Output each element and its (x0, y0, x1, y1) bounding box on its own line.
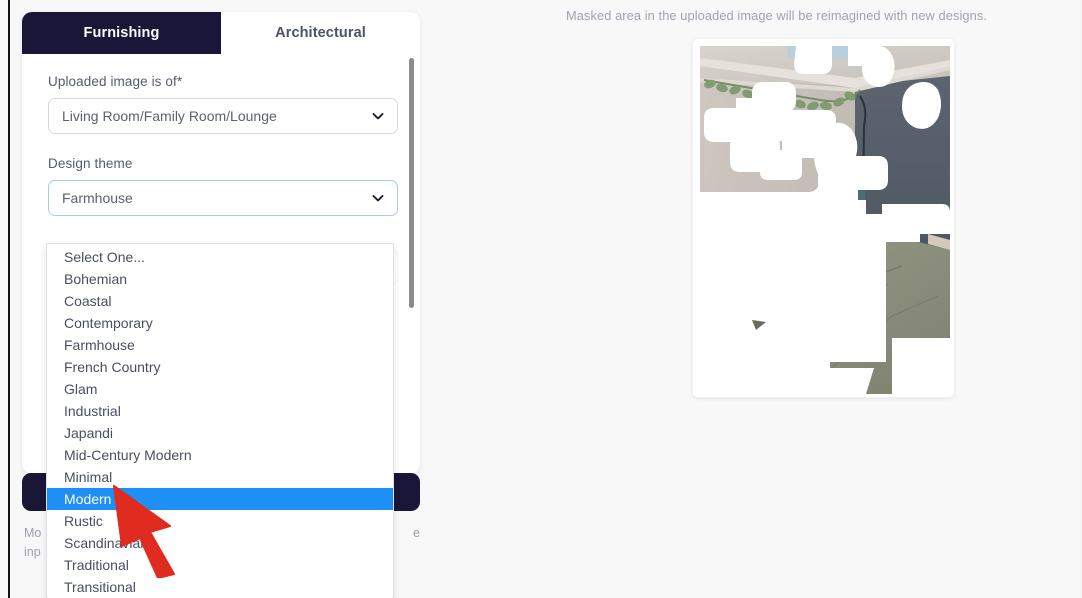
tab-architectural[interactable]: Architectural (221, 12, 420, 54)
design-theme-value: Farmhouse (62, 190, 133, 206)
chevron-down-icon (372, 192, 384, 204)
panel-scrollbar[interactable] (407, 58, 415, 458)
dropdown-option[interactable]: Coastal (47, 290, 393, 312)
uploaded-image-type-label: Uploaded image is of* (48, 74, 183, 89)
dropdown-option[interactable]: Select One... (47, 246, 393, 268)
dropdown-option[interactable]: Farmhouse (47, 334, 393, 356)
dropdown-option[interactable]: Traditional (47, 554, 393, 576)
dropdown-option[interactable]: Bohemian (47, 268, 393, 290)
panel-scrollbar-thumb[interactable] (409, 58, 414, 308)
design-theme-select[interactable]: Farmhouse (48, 180, 398, 216)
masked-image-preview[interactable] (692, 38, 955, 398)
dropdown-option[interactable]: Rustic (47, 510, 393, 532)
dropdown-option[interactable]: Glam (47, 378, 393, 400)
dropdown-option[interactable]: Industrial (47, 400, 393, 422)
masked-room-image (692, 38, 955, 398)
uploaded-image-type-value: Living Room/Family Room/Lounge (62, 108, 277, 124)
dropdown-option[interactable]: French Country (47, 356, 393, 378)
dropdown-option[interactable]: Mid-Century Modern (47, 444, 393, 466)
uploaded-image-type-select[interactable]: Living Room/Family Room/Lounge (48, 98, 398, 134)
tab-architectural-label: Architectural (275, 25, 366, 41)
dropdown-option[interactable]: Contemporary (47, 312, 393, 334)
helper-text-left-fragment: Mo (24, 526, 42, 540)
masked-area-caption: Masked area in the uploaded image will b… (566, 8, 988, 23)
panel-tabs: Furnishing Architectural (22, 12, 420, 54)
viewport-left-edge (8, 0, 10, 598)
design-theme-label: Design theme (48, 156, 133, 171)
dropdown-option[interactable]: Modern (47, 488, 393, 510)
dropdown-option[interactable]: Minimal (47, 466, 393, 488)
helper-text-right-fragment: e (413, 526, 420, 540)
design-theme-dropdown[interactable]: Select One... Bohemian Coastal Contemporary… (46, 243, 394, 598)
tab-furnishing[interactable]: Furnishing (22, 12, 221, 54)
tab-furnishing-label: Furnishing (83, 25, 160, 41)
dropdown-option[interactable]: Scandinavian (47, 532, 393, 554)
dropdown-option[interactable]: Transitional (47, 576, 393, 598)
chevron-down-icon (372, 110, 384, 122)
dropdown-option[interactable]: Japandi (47, 422, 393, 444)
